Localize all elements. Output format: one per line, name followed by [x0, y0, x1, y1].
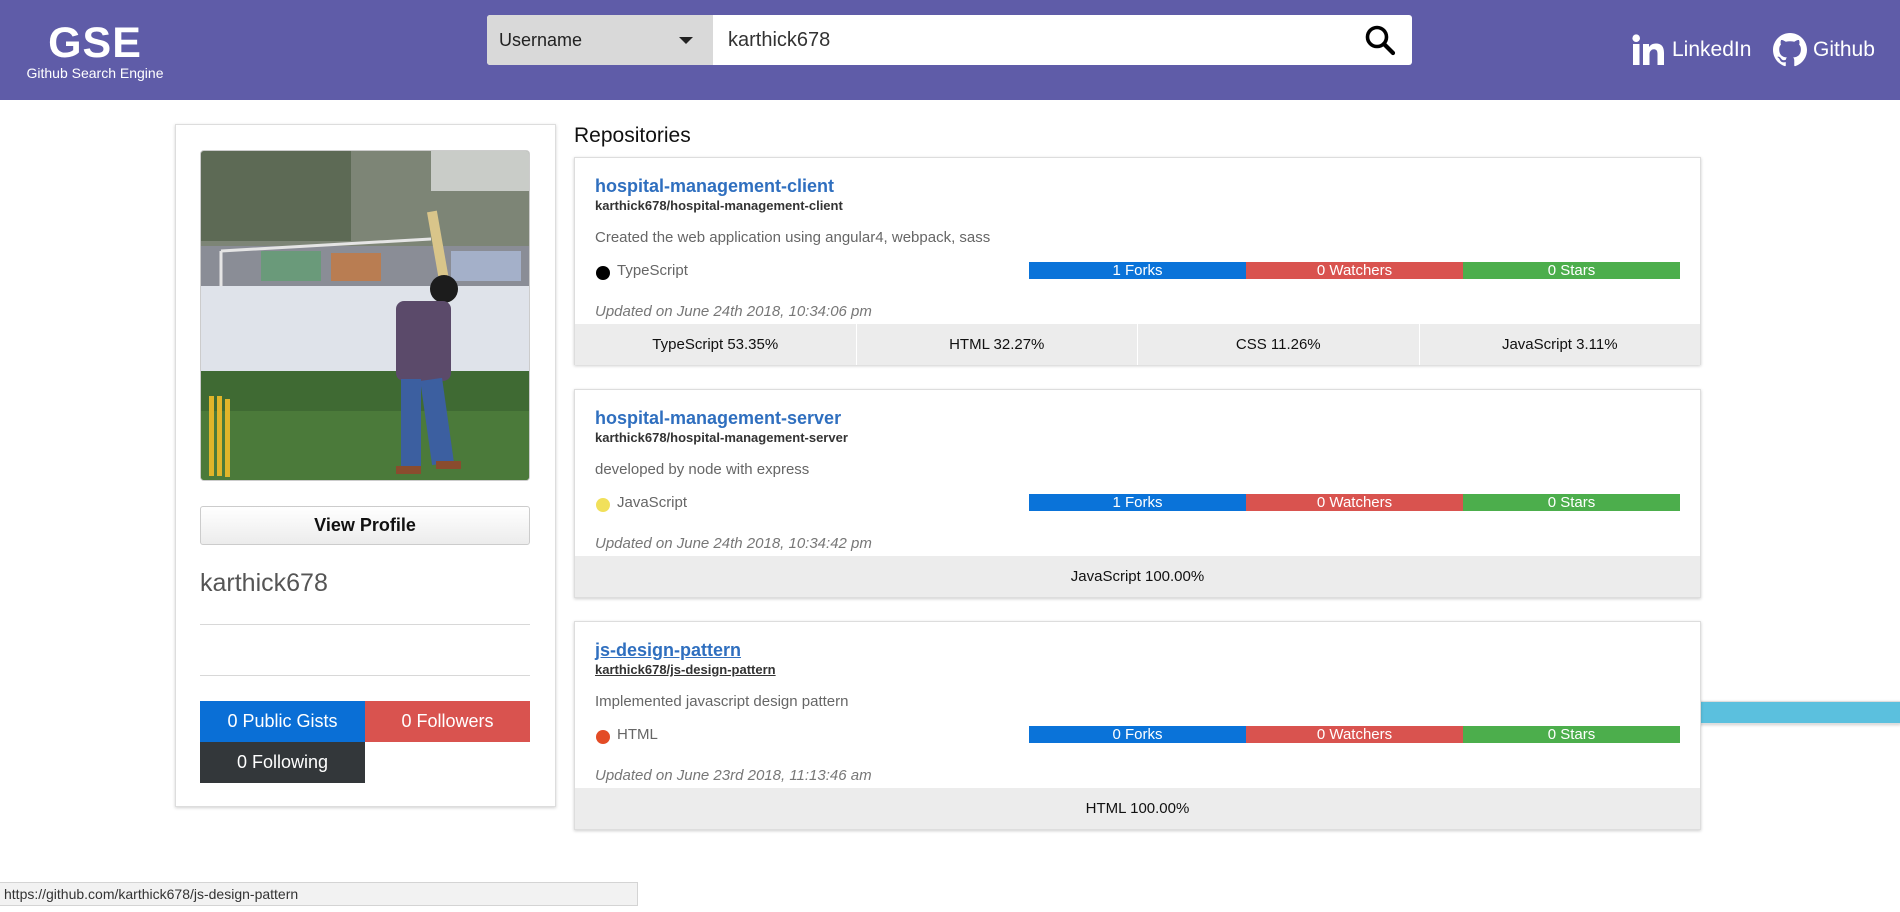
watchers-badge: 0 Watchers: [1246, 494, 1463, 511]
repo-full-name-link[interactable]: karthick678/js-design-pattern: [595, 662, 776, 677]
language-color-dot: [596, 498, 610, 512]
top-navbar: GSE Github Search Engine Username Linked…: [0, 0, 1900, 100]
language-breakdown: TypeScript 53.35% HTML 32.27% CSS 11.26%…: [575, 324, 1700, 365]
brand-logo[interactable]: GSE Github Search Engine: [25, 19, 165, 82]
language-stat: JavaScript 100.00%: [1070, 568, 1205, 585]
repo-name-link[interactable]: hospital-management-client: [595, 176, 834, 197]
repo-counts: 0 Forks 0 Watchers 0 Stars: [1029, 726, 1680, 743]
github-label: Github: [1813, 38, 1875, 61]
language-stat: CSS 11.26%: [1138, 324, 1420, 365]
repo-updated-date: Updated on June 24th 2018, 10:34:06 pm: [595, 303, 872, 320]
following-badge: 0 Following: [200, 742, 365, 783]
repo-name-link[interactable]: hospital-management-server: [595, 408, 841, 429]
view-profile-button[interactable]: View Profile: [200, 506, 530, 545]
profile-username: karthick678: [200, 569, 328, 597]
github-icon: [1773, 33, 1807, 67]
repo-card: hospital-management-client karthick678/h…: [574, 157, 1701, 365]
search-type-value: Username: [499, 30, 583, 50]
link-preview-statusbar: https://github.com/karthick678/js-design…: [0, 882, 638, 906]
language-breakdown: HTML 100.00%: [575, 788, 1700, 829]
language-stat: JavaScript 3.11%: [1501, 336, 1618, 353]
followers-badge: 0 Followers: [365, 701, 530, 742]
repo-full-name-link[interactable]: karthick678/hospital-management-server: [595, 430, 848, 445]
profile-card: View Profile karthick678 3 Public Repo 0…: [175, 124, 1900, 807]
repo-description: Implemented javascript design pattern: [595, 693, 849, 710]
repositories-heading: Repositories: [574, 124, 691, 147]
repo-description: Created the web application using angula…: [595, 229, 991, 246]
search-type-select[interactable]: Username: [487, 15, 713, 65]
stars-badge: 0 Stars: [1463, 262, 1680, 279]
repo-card: hospital-management-server karthick678/h…: [574, 389, 1701, 598]
brand-title: GSE: [48, 19, 142, 67]
search-input[interactable]: [713, 15, 1343, 65]
brand-subtitle: Github Search Engine: [26, 65, 164, 81]
repo-updated-date: Updated on June 24th 2018, 10:34:42 pm: [595, 535, 872, 552]
repo-updated-date: Updated on June 23rd 2018, 11:13:46 am: [595, 767, 872, 784]
search-button[interactable]: [1348, 15, 1412, 65]
language-stat: TypeScript 53.35%: [575, 324, 857, 365]
language-breakdown: JavaScript 100.00%: [575, 556, 1700, 597]
divider: [200, 624, 530, 625]
repo-full-name-link[interactable]: karthick678/hospital-management-client: [595, 198, 843, 213]
profile-stats: 3 Public Repo 0 Public Gists 0 Followers…: [200, 701, 1900, 783]
repo-counts: 1 Forks 0 Watchers 0 Stars: [1029, 494, 1680, 511]
public-gists-badge: 0 Public Gists: [200, 701, 365, 742]
caret-down-icon: [679, 37, 693, 44]
forks-badge: 1 Forks: [1029, 494, 1246, 511]
repo-language: TypeScript: [617, 262, 688, 279]
repo-counts: 1 Forks 0 Watchers 0 Stars: [1029, 262, 1680, 279]
search-bar: Username: [487, 15, 1412, 65]
language-color-dot: [596, 730, 610, 744]
watchers-badge: 0 Watchers: [1246, 726, 1463, 743]
repo-language: HTML: [617, 726, 658, 743]
repo-name-link[interactable]: js-design-pattern: [595, 640, 741, 661]
stars-badge: 0 Stars: [1463, 726, 1680, 743]
forks-badge: 0 Forks: [1029, 726, 1246, 743]
language-color-dot: [596, 266, 610, 280]
forks-badge: 1 Forks: [1029, 262, 1246, 279]
linkedin-label: LinkedIn: [1672, 38, 1752, 61]
language-stat: HTML 100.00%: [1085, 800, 1190, 817]
watchers-badge: 0 Watchers: [1246, 262, 1463, 279]
search-icon: [1365, 25, 1396, 56]
linkedin-icon: [1632, 34, 1664, 65]
repo-language: JavaScript: [617, 494, 688, 511]
avatar: [200, 150, 530, 481]
repo-card: js-design-pattern karthick678/js-design-…: [574, 621, 1701, 830]
divider: [200, 675, 530, 676]
github-link[interactable]: Github: [1773, 32, 1875, 68]
repo-description: developed by node with express: [595, 461, 810, 478]
language-stat: HTML 32.27%: [857, 324, 1138, 365]
stars-badge: 0 Stars: [1463, 494, 1680, 511]
linkedin-link[interactable]: LinkedIn: [1632, 32, 1751, 68]
